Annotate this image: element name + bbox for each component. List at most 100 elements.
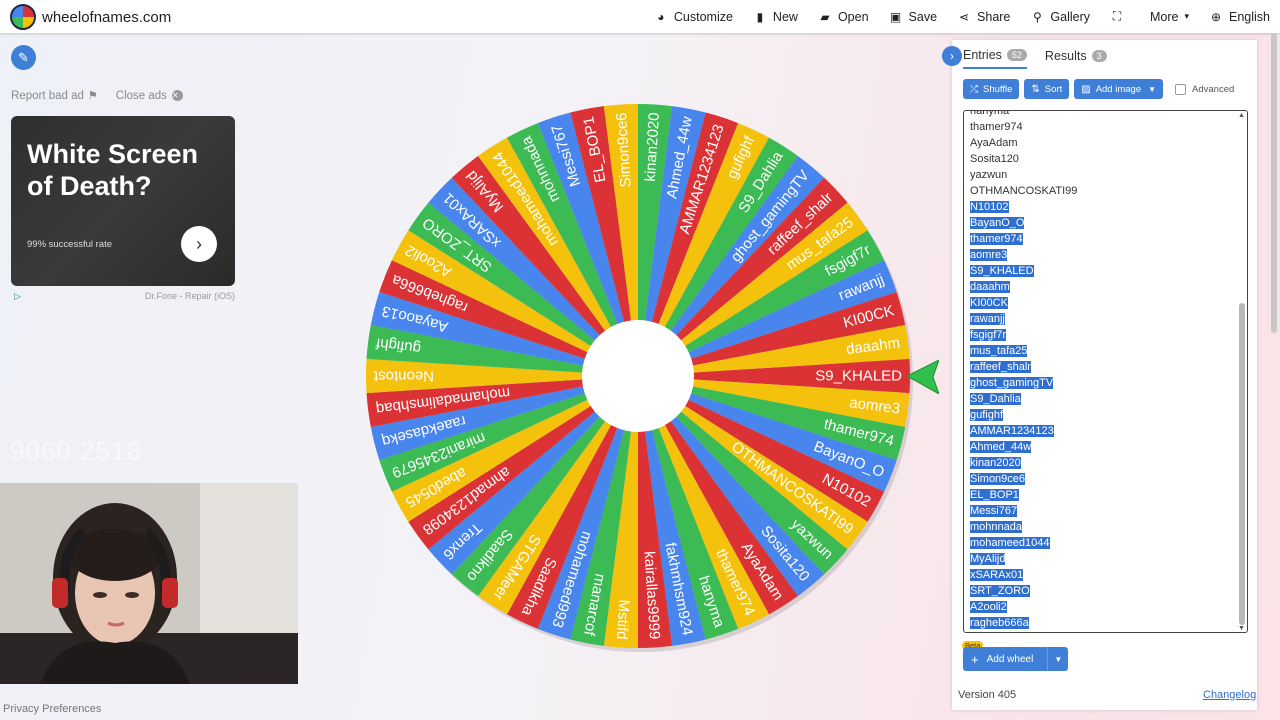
menu-save[interactable]: ▣ Save (889, 9, 937, 24)
entry-line[interactable]: EL_BOP1 (970, 487, 1077, 503)
brand[interactable]: wheelofnames.com (10, 4, 171, 30)
wheel-container[interactable]: S9_KHALED aomre3 thamer974 BayanO_O N10102 OT… (362, 100, 914, 652)
entry-text: thamer974 (970, 233, 1023, 245)
entry-line[interactable]: MyAlijd (970, 551, 1077, 567)
add-wheel-label: Add wheel (986, 653, 1034, 665)
entry-line[interactable]: xSARAx01 (970, 567, 1077, 583)
entry-line[interactable]: mohnnada (970, 519, 1077, 535)
entry-text: mohameed1044 (970, 537, 1050, 549)
shuffle-icon: ⤮ (970, 83, 978, 95)
webcam-feed (0, 483, 298, 684)
entry-line[interactable]: Ahmed_44w (970, 439, 1077, 455)
entries-textarea[interactable]: hanyma thamer974 AyaAdam Sosita120 yazwun OTH… (963, 110, 1248, 633)
entry-line[interactable]: thamer974 (970, 231, 1077, 247)
chevron-right-icon[interactable]: › (181, 226, 217, 262)
entry-line[interactable]: SRT_ZORO (970, 583, 1077, 599)
ad-links: Report bad ad ⚑ Close ads ✕ (11, 89, 183, 102)
flag-icon: ⚑ (87, 90, 98, 102)
scroll-down-icon[interactable]: ▼ (1238, 625, 1245, 632)
entry-line[interactable]: Messi767 (970, 503, 1077, 519)
shuffle-button[interactable]: ⤮ Shuffle (963, 79, 1020, 99)
add-wheel-dropdown[interactable]: ▼ (1047, 647, 1069, 671)
entry-line[interactable]: ghost_gamingTV (970, 375, 1077, 391)
entry-line[interactable]: rawanjj (970, 311, 1077, 327)
entry-line[interactable]: OTHMANCOSKATI99 (970, 183, 1077, 199)
entry-line[interactable]: BayanO_O (970, 215, 1077, 231)
wheel-logo-icon (10, 4, 36, 30)
advanced-checkbox[interactable]: Advanced (1175, 83, 1234, 95)
add-wheel-button[interactable]: + Add wheel (963, 647, 1048, 671)
menu-open[interactable]: ▰ Open (818, 10, 868, 24)
tab-entries[interactable]: Entries 52 (963, 48, 1027, 69)
entry-line[interactable]: AyaAdam (970, 135, 1077, 151)
fullscreen-icon: ⛶ (1112, 9, 1122, 23)
entry-line[interactable]: S9_Dahlia (970, 391, 1077, 407)
entry-line[interactable]: yazwun (970, 167, 1077, 183)
menu-share[interactable]: ⋖ Share (957, 10, 1010, 24)
ad-info-icon[interactable]: ▷ (14, 291, 21, 302)
add-wheel-control: + Add wheel ▼ (963, 647, 1069, 671)
wheel[interactable]: S9_KHALEDaomre3thamer974BayanO_ON10102OT… (362, 100, 914, 652)
file-icon: ▮ (756, 9, 764, 24)
menu-new[interactable]: ▮ New (753, 10, 798, 24)
entry-line[interactable]: raffeef_shalr (970, 359, 1077, 375)
save-icon: ▣ (889, 9, 902, 24)
entry-line[interactable]: KI00CK (970, 295, 1077, 311)
privacy-preferences-link[interactable]: Privacy Preferences (3, 703, 101, 715)
close-icon[interactable]: ✕ (171, 90, 183, 101)
entry-line[interactable]: N10102 (970, 199, 1077, 215)
entry-text: fsgigf7r (970, 329, 1007, 341)
wheel-segment-label: Neontost (373, 368, 434, 385)
menu-customize[interactable]: ◕ Customize (654, 10, 733, 24)
menu-fullscreen[interactable]: ⛶ (1110, 9, 1130, 24)
wheel-segment-label: S9_KHALED (815, 368, 902, 385)
entry-line[interactable]: Sosita120 (970, 151, 1077, 167)
entry-line[interactable]: S9_KHALED (970, 263, 1077, 279)
entry-line[interactable]: daaahm (970, 279, 1077, 295)
add-image-button[interactable]: ▨ Add image ▼ (1074, 79, 1164, 99)
entry-line[interactable]: mus_tafa25 (970, 343, 1077, 359)
wheel-segment-label: Mstifd (613, 599, 632, 640)
wheel-center[interactable] (582, 320, 694, 432)
scroll-up-icon[interactable]: ▲ (1238, 112, 1245, 119)
top-bar: wheelofnames.com ◕ Customize ▮ New ▰ Open ▣ Sav… (0, 0, 1280, 33)
entry-text: AyaAdam (970, 137, 1018, 149)
entry-line[interactable]: ragheb666a (970, 615, 1077, 631)
entry-line[interactable]: gufighf (970, 407, 1077, 423)
close-ads-link[interactable]: Close ads (116, 90, 167, 102)
sort-button[interactable]: ⇅ Sort (1024, 79, 1070, 99)
ad-rate: 99% successful rate (27, 239, 113, 250)
entries-count-badge: 52 (1006, 48, 1027, 61)
entry-line[interactable]: mohameed1044 (970, 535, 1077, 551)
entry-line[interactable]: Simon9ce6 (970, 471, 1077, 487)
results-count-badge: 3 (1091, 49, 1107, 62)
panel-tabs: Entries 52 Results 3 (963, 47, 1125, 69)
entry-line[interactable]: thamer974 (970, 119, 1077, 135)
report-bad-ad-link[interactable]: Report bad ad (11, 90, 84, 102)
edit-pencil-button[interactable]: ✎ (11, 45, 36, 70)
chevron-down-icon: ▼ (1054, 654, 1063, 664)
menu-more[interactable]: More ▾ (1150, 10, 1189, 24)
share-icon: ⋖ (959, 9, 970, 24)
entry-text: S9_Dahlia (970, 393, 1021, 405)
entry-line[interactable]: fsgigf7r (970, 327, 1077, 343)
entry-line[interactable]: aomre3 (970, 247, 1077, 263)
scrollbar-thumb[interactable] (1239, 303, 1245, 625)
entry-line[interactable]: AMMAR1234123 (970, 423, 1077, 439)
entries-scrollbar[interactable]: ▲ ▼ (1238, 112, 1245, 632)
tab-results[interactable]: Results 3 (1045, 49, 1107, 68)
checkbox-icon[interactable] (1175, 83, 1187, 95)
changelog-link[interactable]: Changelog (1203, 689, 1256, 701)
entry-text: rawanjj (970, 313, 1005, 325)
entry-line[interactable]: kinan2020 (970, 455, 1077, 471)
entry-text: gufighf (970, 409, 1004, 421)
entry-line[interactable]: hanyma (970, 111, 1077, 119)
advertisement[interactable]: White Screen of Death? 99% successful ra… (11, 116, 235, 286)
entry-line[interactable]: A2ooli2 (970, 599, 1077, 615)
top-menu: ◕ Customize ▮ New ▰ Open ▣ Save ⋖ Share ⚲ Gallery ⛶ M… (634, 0, 1270, 33)
page-scrollbar[interactable] (1271, 33, 1277, 333)
menu-gallery[interactable]: ⚲ Gallery (1030, 10, 1090, 24)
collapse-panel-button[interactable]: › (942, 46, 962, 66)
ad-title: White Screen of Death? (27, 139, 199, 201)
menu-english[interactable]: ⊕ English (1209, 10, 1270, 24)
